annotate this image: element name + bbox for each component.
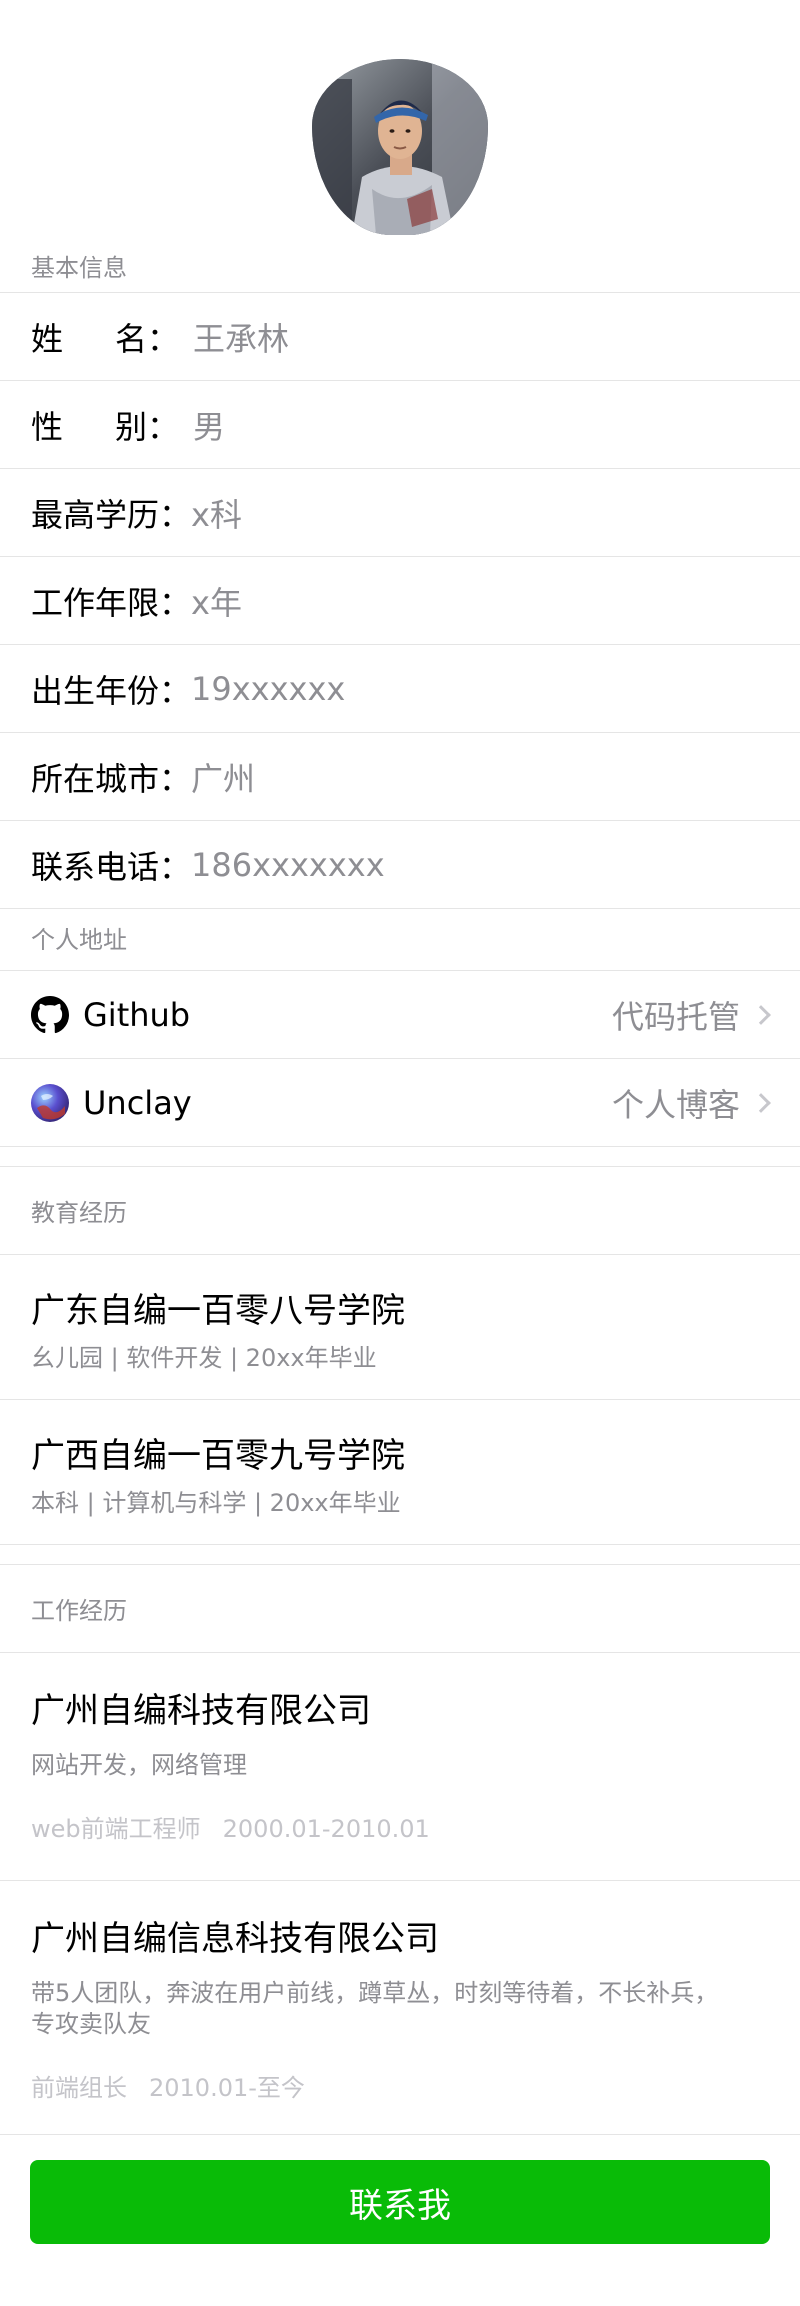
info-value-name: 王承林 xyxy=(193,319,290,358)
link-desc-unclay: 个人博客 xyxy=(611,1085,740,1124)
link-label-github: Github xyxy=(83,995,191,1034)
info-key-phone: 联系电话： xyxy=(31,847,192,886)
unclay-icon xyxy=(31,1083,69,1122)
info-row-gender: 性 别： 男 xyxy=(0,380,800,468)
divider xyxy=(0,908,800,928)
info-key-name: 姓 名： xyxy=(31,314,179,360)
work-role: web前端工程师 xyxy=(31,1814,201,1843)
info-value-years: x年 xyxy=(191,583,242,622)
work-period: 2010.01-至今 xyxy=(149,2074,305,2103)
info-key-gender: 性 别： xyxy=(31,402,179,448)
info-key-gender-part2: 别： xyxy=(114,407,179,446)
info-key-degree: 最高学历： xyxy=(31,495,192,534)
section-title-basic-info: 基本信息 xyxy=(31,254,127,282)
education-detail: 本科 | 计算机与科学 | 20xx年毕业 xyxy=(31,1488,401,1517)
avatar-area xyxy=(0,0,800,256)
work-period: 2000.01-2010.01 xyxy=(222,1814,430,1843)
divider xyxy=(0,2134,800,2160)
link-row-github[interactable]: Github 代码托管 xyxy=(0,970,800,1058)
section-title-education: 教育经历 xyxy=(0,1166,800,1254)
section-title-work: 工作经历 xyxy=(0,1564,800,1652)
info-key-name-part2: 名： xyxy=(114,319,179,358)
link-label-unclay: Unclay xyxy=(83,1083,192,1122)
info-key-years: 工作年限： xyxy=(31,583,192,622)
info-row-city: 所在城市： 广州 xyxy=(0,732,800,820)
info-value-birth: 19xxxxxx xyxy=(191,669,346,708)
info-key-gender-part1: 性 xyxy=(31,407,64,446)
work-description: 带5人团队，奔波在用户前线，蹲草丛，时刻等待着，不长补兵，专攻卖队友 xyxy=(31,1978,719,2038)
chevron-right-icon xyxy=(751,1004,771,1025)
info-value-degree: x科 xyxy=(191,495,242,534)
chevron-right-icon xyxy=(751,1092,771,1113)
link-desc-github: 代码托管 xyxy=(611,997,740,1036)
section-title-education-text: 教育经历 xyxy=(31,1199,127,1227)
info-value-gender: 男 xyxy=(193,407,226,446)
education-detail: 幺儿园 | 软件开发 | 20xx年毕业 xyxy=(31,1343,377,1372)
button-area: 联系我 xyxy=(0,2160,800,2244)
education-school: 广东自编一百零八号学院 xyxy=(31,1291,405,1331)
education-school: 广西自编一百零九号学院 xyxy=(31,1436,405,1476)
divider xyxy=(0,1544,800,1564)
divider xyxy=(0,1146,800,1166)
info-key-name-part1: 姓 xyxy=(31,319,64,358)
avatar-photo xyxy=(312,59,488,235)
info-value-city: 广州 xyxy=(191,759,256,798)
work-meta: web前端工程师 2000.01-2010.01 xyxy=(31,1809,769,1844)
education-item: 广东自编一百零八号学院 幺儿园 | 软件开发 | 20xx年毕业 xyxy=(0,1254,800,1399)
work-meta: 前端组长 2010.01-至今 xyxy=(31,2068,769,2103)
info-row-name: 姓 名： 王承林 xyxy=(0,292,800,380)
info-row-phone[interactable]: 联系电话： 186xxxxxxx xyxy=(0,820,800,908)
info-value-phone[interactable]: 186xxxxxxx xyxy=(191,846,385,884)
section-title-work-text: 工作经历 xyxy=(31,1597,127,1625)
work-company: 广州自编科技有限公司 xyxy=(31,1691,371,1731)
info-row-years: 工作年限： x年 xyxy=(0,556,800,644)
github-icon xyxy=(31,995,69,1034)
link-row-unclay[interactable]: Unclay 个人博客 xyxy=(0,1058,800,1146)
contact-me-button[interactable]: 联系我 xyxy=(30,2160,770,2244)
education-item: 广西自编一百零九号学院 本科 | 计算机与科学 | 20xx年毕业 xyxy=(0,1399,800,1544)
section-title-personal-links: 个人地址 xyxy=(31,926,127,954)
info-row-degree: 最高学历： x科 xyxy=(0,468,800,556)
work-company: 广州自编信息科技有限公司 xyxy=(31,1919,439,1959)
work-description: 网站开发，网络管理 xyxy=(31,1750,247,1779)
work-item: 广州自编科技有限公司 网站开发，网络管理 web前端工程师 2000.01-201… xyxy=(0,1652,800,1880)
work-item: 广州自编信息科技有限公司 带5人团队，奔波在用户前线，蹲草丛，时刻等待着，不长补… xyxy=(0,1880,800,2134)
avatar xyxy=(312,59,488,235)
info-key-birth: 出生年份： xyxy=(31,671,192,710)
work-role: 前端组长 xyxy=(31,2074,127,2103)
info-row-birth: 出生年份： 19xxxxxx xyxy=(0,644,800,732)
info-key-city: 所在城市： xyxy=(31,759,192,798)
